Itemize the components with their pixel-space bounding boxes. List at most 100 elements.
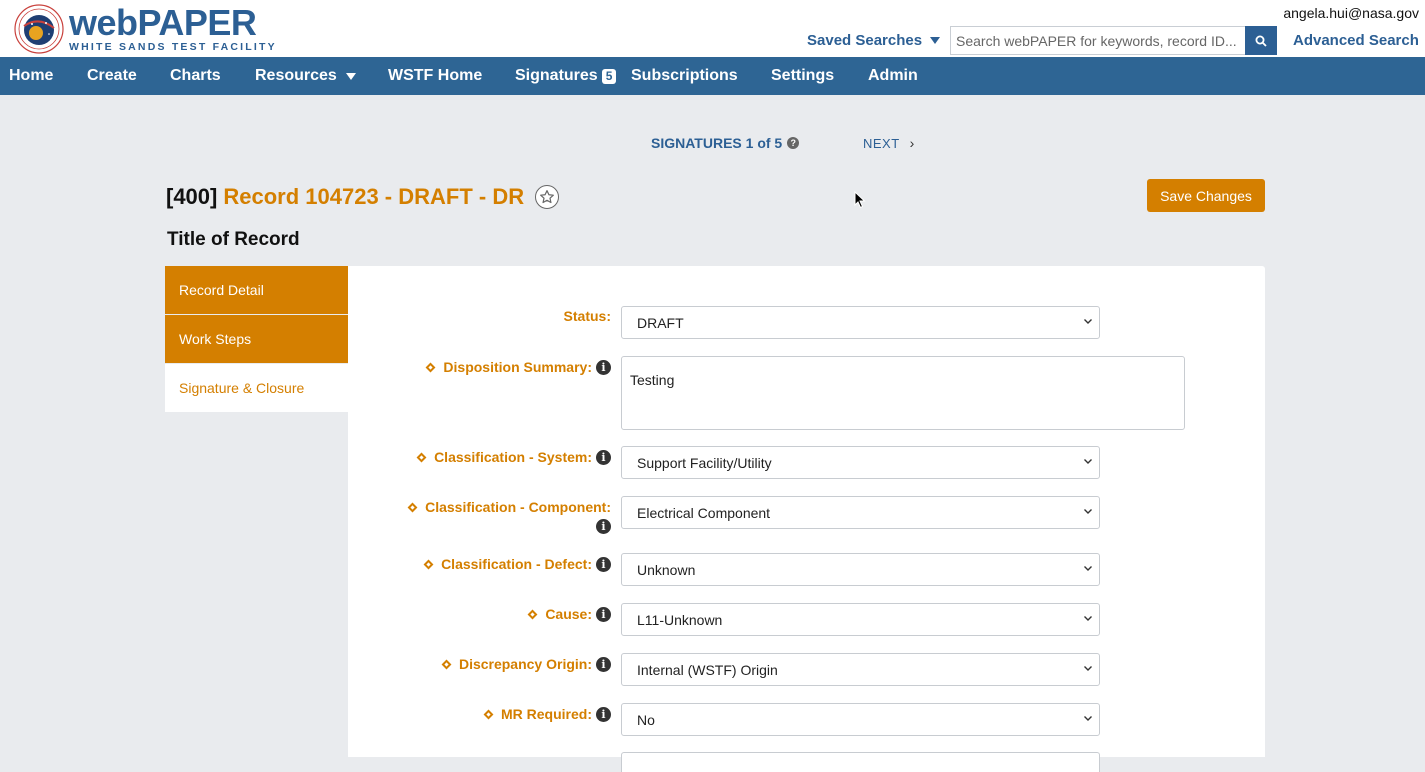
next-label: NEXT	[863, 135, 900, 151]
form-panel: Status: DRAFT Disposition Summary: i Tes…	[348, 266, 1265, 772]
chevron-down-icon	[1084, 566, 1092, 571]
classification-system-label: Classification - System: i	[416, 449, 611, 465]
required-diamond-icon	[527, 609, 538, 619]
mr-required-select[interactable]: No	[621, 703, 1100, 736]
discrepancy-origin-label-text: Discrepancy Origin:	[458, 656, 592, 672]
record-id: [400]	[166, 184, 218, 209]
classification-system-select[interactable]: Support Facility/Utility	[621, 446, 1100, 479]
classification-system-label-text: Classification - System:	[434, 449, 592, 465]
nav-home[interactable]: Home	[9, 67, 53, 85]
required-diamond-icon	[441, 659, 452, 669]
status-select[interactable]: DRAFT	[621, 306, 1100, 339]
disposition-summary-label: Disposition Summary: i	[425, 359, 611, 375]
wstf-seal-icon	[14, 4, 64, 54]
required-diamond-icon	[416, 452, 427, 462]
logo-subtitle: WHITE SANDS TEST FACILITY	[69, 40, 277, 53]
nav-resources[interactable]: Resources	[255, 67, 356, 85]
favorite-star-button[interactable]	[535, 185, 560, 209]
main-nav: Home Create Charts Resources WSTF Home S…	[0, 57, 1425, 95]
classification-component-value: Electrical Component	[637, 504, 771, 521]
classification-defect-label: Classification - Defect: i	[423, 556, 611, 572]
discrepancy-origin-value: Internal (WSTF) Origin	[637, 661, 778, 678]
record-title: [400] Record 104723 - DRAFT - DR	[166, 184, 560, 210]
nav-signatures-label: Signatures	[515, 67, 598, 84]
nav-admin[interactable]: Admin	[868, 67, 918, 85]
status-value: DRAFT	[637, 314, 684, 331]
status-label: Status:	[564, 308, 611, 324]
nav-resources-label: Resources	[255, 67, 337, 84]
cause-select[interactable]: L11-Unknown	[621, 603, 1100, 636]
tab-record-detail[interactable]: Record Detail	[165, 266, 348, 314]
info-icon[interactable]: i	[596, 359, 611, 375]
info-icon[interactable]: i	[596, 556, 611, 572]
next-signature-link[interactable]: NEXT ›	[863, 135, 915, 151]
advanced-search-link[interactable]: Advanced Search	[1293, 32, 1419, 49]
info-icon[interactable]: i	[596, 449, 611, 465]
caret-down-icon	[930, 37, 941, 44]
search-input[interactable]	[950, 26, 1246, 55]
chevron-right-icon: ›	[909, 135, 915, 151]
classification-system-value: Support Facility/Utility	[637, 454, 772, 471]
required-diamond-icon	[425, 362, 436, 372]
webpaper-logo[interactable]: webPAPER WHITE SANDS TEST FACILITY	[14, 4, 277, 54]
nav-wstf-home[interactable]: WSTF Home	[388, 67, 482, 85]
chevron-down-icon	[1084, 509, 1092, 514]
chevron-down-icon	[1084, 666, 1092, 671]
classification-component-info: i	[592, 519, 611, 534]
info-icon[interactable]: i	[596, 706, 611, 722]
logo-title: webPAPER	[69, 1, 257, 43]
top-header: webPAPER WHITE SANDS TEST FACILITY angel…	[0, 0, 1425, 57]
signatures-count-badge: 5	[601, 68, 617, 84]
search-button[interactable]	[1245, 26, 1277, 55]
user-email[interactable]: angela.hui@nasa.gov	[1283, 5, 1419, 21]
mr-required-value: No	[637, 711, 655, 728]
status-label-text: Status:	[563, 308, 611, 324]
discrepancy-origin-select[interactable]: Internal (WSTF) Origin	[621, 653, 1100, 686]
tab-work-steps[interactable]: Work Steps	[165, 315, 348, 363]
cause-label-text: Cause:	[545, 606, 592, 622]
next-field-select[interactable]	[621, 752, 1100, 772]
required-diamond-icon	[483, 709, 494, 719]
disposition-summary-textarea[interactable]: Testing	[621, 356, 1185, 430]
classification-defect-select[interactable]: Unknown	[621, 553, 1100, 586]
record-side-tabs: Record Detail Work Steps Signature & Clo…	[165, 266, 348, 413]
cause-value: L11-Unknown	[637, 611, 723, 628]
tab-signature-closure[interactable]: Signature & Closure	[165, 364, 348, 412]
disposition-summary-label-text: Disposition Summary:	[443, 359, 592, 375]
info-icon[interactable]: i	[596, 606, 611, 622]
nav-charts[interactable]: Charts	[170, 67, 221, 85]
chevron-down-icon	[1084, 459, 1092, 464]
required-diamond-icon	[407, 502, 418, 512]
nav-create[interactable]: Create	[87, 67, 137, 85]
classification-component-select[interactable]: Electrical Component	[621, 496, 1100, 529]
mr-required-label-text: MR Required:	[501, 706, 592, 722]
classification-defect-value: Unknown	[637, 561, 696, 578]
required-diamond-icon	[423, 559, 434, 569]
nav-signatures[interactable]: Signatures 5	[515, 67, 617, 85]
save-changes-button[interactable]: Save Changes	[1147, 179, 1265, 212]
info-icon[interactable]: i	[596, 656, 611, 672]
caret-down-icon	[345, 72, 356, 80]
signatures-pager: SIGNATURES 1 of 5 ?	[651, 135, 800, 151]
star-icon	[540, 190, 555, 204]
record-name: Record 104723 - DRAFT - DR	[223, 184, 525, 209]
discrepancy-origin-label: Discrepancy Origin: i	[441, 656, 611, 672]
mouse-cursor-icon	[854, 191, 866, 209]
classification-component-label: Classification - Component:	[407, 499, 611, 515]
classification-component-label-text: Classification - Component:	[425, 499, 611, 515]
mr-required-label: MR Required: i	[483, 706, 611, 722]
search-icon	[1255, 35, 1267, 47]
nav-settings[interactable]: Settings	[771, 67, 834, 85]
chevron-down-icon	[1084, 319, 1092, 324]
signatures-pager-label: SIGNATURES 1 of 5	[651, 135, 783, 151]
record-subtitle: Title of Record	[167, 229, 300, 250]
help-icon[interactable]: ?	[787, 137, 800, 149]
chevron-down-icon	[1084, 716, 1092, 721]
saved-searches-dropdown[interactable]: Saved Searches	[807, 32, 941, 49]
saved-searches-label: Saved Searches	[807, 32, 923, 49]
classification-defect-label-text: Classification - Defect:	[441, 556, 592, 572]
cause-label: Cause: i	[527, 606, 611, 622]
info-icon[interactable]: i	[596, 519, 611, 534]
nav-subscriptions[interactable]: Subscriptions	[631, 67, 738, 85]
chevron-down-icon	[1084, 616, 1092, 621]
